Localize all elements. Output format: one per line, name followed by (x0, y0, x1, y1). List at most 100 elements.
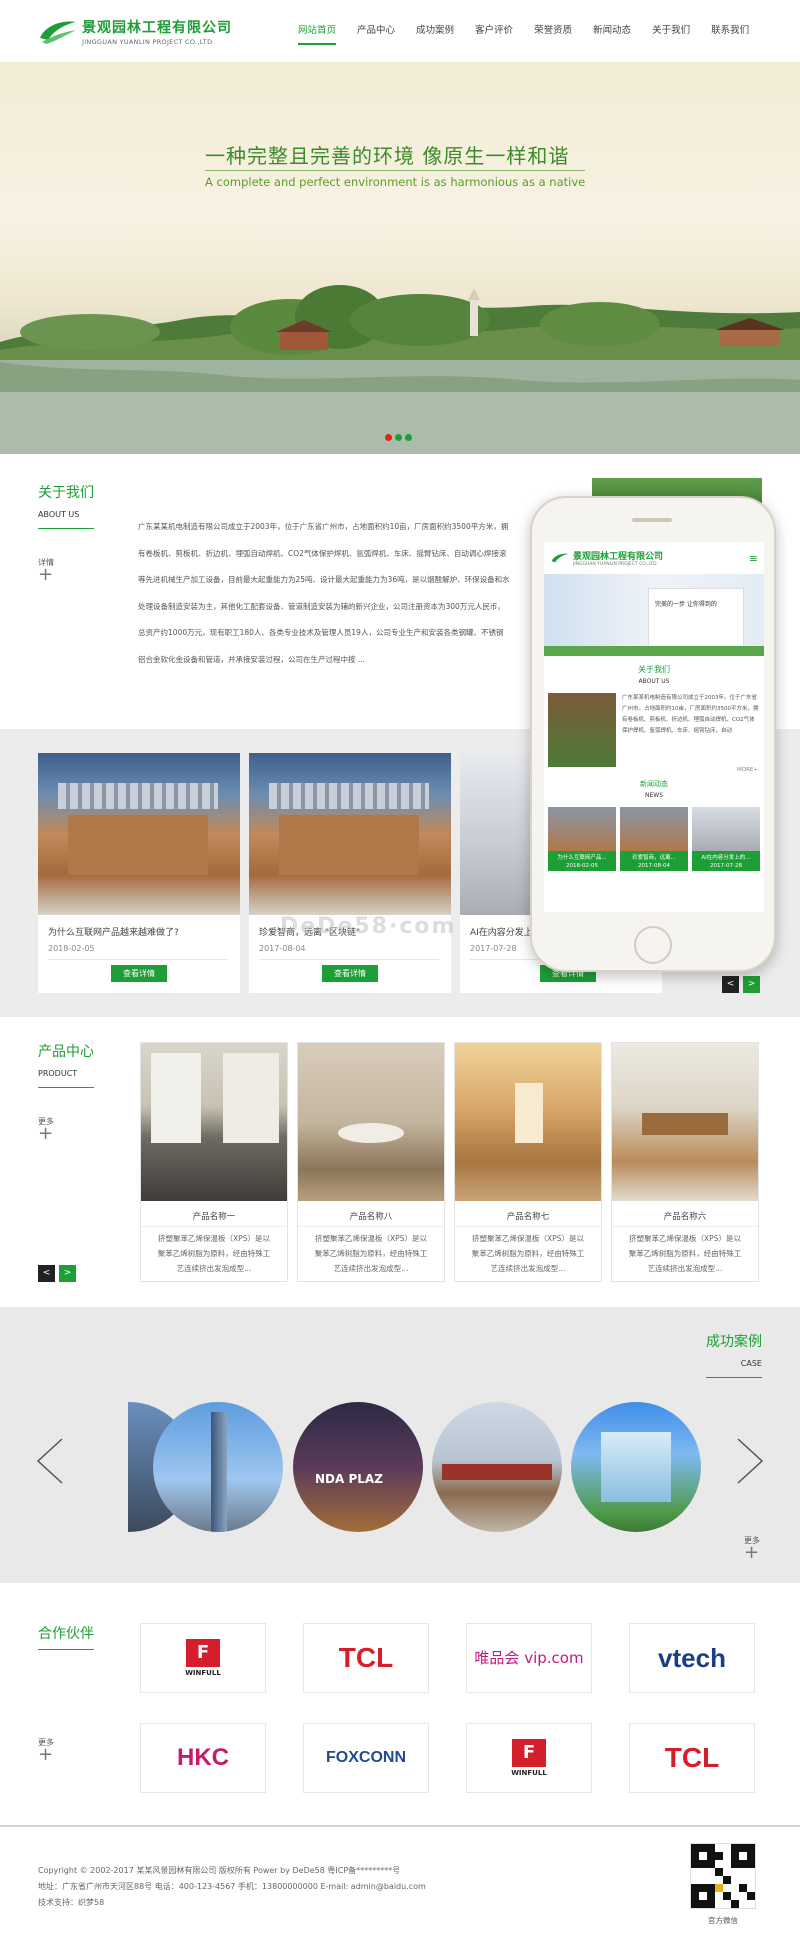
about-line: 有卷板机、剪板机、折边机、埋弧自动焊机、CO2气体保护焊机、氩弧焊机、车床、摇臂… (138, 548, 507, 558)
plus-icon: + (38, 1123, 54, 1144)
phone-news-item[interactable]: AI在内容分发上的... 2017-07-28 (692, 807, 760, 871)
banner-dot-1[interactable] (385, 434, 392, 441)
phone-speaker (632, 518, 672, 522)
products-more-link[interactable]: 更多 + (38, 1116, 94, 1144)
product-name[interactable]: 产品名称七 (455, 1210, 601, 1222)
qr-code-image (690, 1843, 756, 1909)
product-desc-line: 艺连续挤出发泡成型... (647, 1264, 723, 1273)
chevron-left-icon (36, 1438, 63, 1484)
partner-logo-tcl[interactable]: TCL (303, 1623, 429, 1693)
banner-title: 一种完整且完善的环境 像原生一样和谐 (205, 144, 570, 168)
phone-about-text: 广东某某机电制造有限公司成立于2003年。位于广东省广州市。占地面积约10亩，厂… (622, 695, 759, 734)
product-desc: 挤塑聚苯乙烯保温板（XPS）是以 聚苯乙烯树脂为原料，经由特殊工 艺连续挤出发泡… (298, 1226, 444, 1276)
view-details-button[interactable]: 查看详情 (322, 965, 378, 982)
partner-logo-winfull[interactable]: F WINFULL (466, 1723, 592, 1793)
partner-logo-vip[interactable]: 唯品会 vip.com (466, 1623, 592, 1693)
partner-name: HKC (177, 1744, 229, 1771)
nav-reviews[interactable]: 客户评价 (475, 22, 513, 45)
logo-name-en: JINGGUAN YUANLIN PROJECT CO.,LTD (82, 37, 213, 46)
partners-title-underline (38, 1649, 94, 1650)
site-header: 景观园林工程有限公司 JINGGUAN YUANLIN PROJECT CO.,… (0, 0, 800, 62)
menu-icon[interactable]: ≡ (749, 552, 758, 565)
product-desc-line: 艺连续挤出发泡成型... (490, 1264, 566, 1273)
banner-dot-3[interactable] (405, 434, 412, 441)
qr-code-label: 官方微信 (708, 1916, 738, 1925)
phone-news-title-item: 珍爱智商，远离... (620, 851, 688, 863)
product-desc-line: 挤塑聚苯乙烯保温板（XPS）是以 (315, 1234, 427, 1243)
about-title-en: ABOUT US (38, 510, 80, 519)
site-logo[interactable]: 景观园林工程有限公司 JINGGUAN YUANLIN PROJECT CO.,… (38, 16, 232, 46)
cases-next-button[interactable] (736, 1437, 764, 1488)
banner-subtitle: A complete and perfect environment is as… (205, 175, 586, 189)
news-prev-button[interactable]: < (722, 976, 739, 993)
nav-contact[interactable]: 联系我们 (711, 22, 749, 45)
cases-prev-button[interactable] (36, 1437, 64, 1488)
nav-cases[interactable]: 成功案例 (416, 22, 454, 45)
plus-icon: + (744, 1542, 760, 1563)
leaf-logo-icon (551, 553, 569, 563)
partner-logo-foxconn[interactable]: FOXCONN (303, 1723, 429, 1793)
phone-screen: 景观园林工程有限公司 JINGGUAN YUANLIN PROJECT CO.,… (544, 542, 764, 912)
case-image[interactable] (571, 1402, 701, 1532)
news-image (38, 753, 240, 915)
product-desc-line: 挤塑聚苯乙烯保温板（XPS）是以 (472, 1234, 584, 1243)
case-image[interactable] (432, 1402, 562, 1532)
partner-logo-winfull[interactable]: F WINFULL (140, 1623, 266, 1693)
footer-support: 技术支持：织梦58 (38, 1898, 105, 1907)
cases-more-link[interactable]: 更多 + (744, 1535, 760, 1563)
cases-title-underline (706, 1377, 762, 1378)
about-text: 广东某某机电制造有限公司成立于2003年，位于广东省广州市，占地面积约10亩，厂… (138, 514, 538, 673)
nav-honors[interactable]: 荣誉资质 (534, 22, 572, 45)
news-card[interactable]: 珍爱智商，远离 "区块链" 2017-08-04 查看详情 (249, 753, 451, 993)
case-image[interactable]: NDA PLAZ (293, 1402, 423, 1532)
product-card[interactable]: 产品名称八 挤塑聚苯乙烯保温板（XPS）是以 聚苯乙烯树脂为原料，经由特殊工 艺… (297, 1042, 445, 1282)
partner-logo-tcl[interactable]: TCL (629, 1723, 755, 1793)
phone-header: 景观园林工程有限公司 JINGGUAN YUANLIN PROJECT CO.,… (544, 542, 764, 574)
product-name[interactable]: 产品名称六 (612, 1210, 758, 1222)
footer-address: 地址：广东省广州市天河区88号 电话：400-123-4567 手机：13800… (38, 1882, 426, 1891)
product-desc-line: 艺连续挤出发泡成型... (333, 1264, 409, 1273)
chevron-right-icon (737, 1438, 764, 1484)
phone-home-button (634, 926, 672, 964)
nav-home[interactable]: 网站首页 (298, 22, 337, 45)
phone-news-item[interactable]: 为什么互联网产品... 2018-02-05 (548, 807, 616, 871)
partner-name: vtech (658, 1642, 726, 1673)
product-image (141, 1043, 287, 1201)
banner-pagination (385, 434, 412, 441)
partner-logo-vtech[interactable]: vtech (629, 1623, 755, 1693)
product-name[interactable]: 产品名称八 (298, 1210, 444, 1222)
partner-name: TCL (664, 1742, 720, 1773)
news-next-button[interactable]: > (743, 976, 760, 993)
lake-landscape-image (0, 285, 800, 454)
nav-products[interactable]: 产品中心 (357, 22, 395, 45)
nav-news[interactable]: 新闻动态 (593, 22, 631, 45)
partners-more-link[interactable]: 更多 + (38, 1737, 54, 1764)
phone-more-link[interactable]: MORE+ (544, 767, 764, 773)
phone-logo-text: 景观园林工程有限公司 (573, 552, 664, 562)
products-prev-button[interactable]: < (38, 1265, 55, 1282)
products-next-button[interactable]: > (59, 1265, 76, 1282)
about-line: 总资产约1000万元，现有职工180人、各类专业技术及管理人员19人，公司专业生… (138, 628, 504, 637)
case-image[interactable] (153, 1402, 283, 1532)
news-card[interactable]: 为什么互联网产品越来越难做了? 2018-02-05 查看详情 (38, 753, 240, 993)
product-desc-line: 艺连续挤出发泡成型... (176, 1264, 252, 1273)
phone-about-title: 关于我们 (638, 665, 670, 674)
product-card[interactable]: 产品名称七 挤塑聚苯乙烯保温板（XPS）是以 聚苯乙烯树脂为原料，经由特殊工 艺… (454, 1042, 602, 1282)
view-details-button[interactable]: 查看详情 (111, 965, 167, 982)
product-image (455, 1043, 601, 1201)
product-image (612, 1043, 758, 1201)
product-card[interactable]: 产品名称六 挤塑聚苯乙烯保温板（XPS）是以 聚苯乙烯树脂为原料，经由特殊工 艺… (611, 1042, 759, 1282)
about-more-link[interactable]: 详情 + (38, 557, 94, 584)
phone-about-en: ABOUT US (638, 678, 670, 685)
news-title[interactable]: 为什么互联网产品越来越难做了? (48, 925, 240, 938)
about-line: 铝合金软化金设备和管道，并承接安装过程，公司在生产过程中按 ... (138, 654, 366, 664)
products-title-underline (38, 1087, 94, 1088)
phone-news-item[interactable]: 珍爱智商，远离... 2017-08-04 (620, 807, 688, 871)
phone-news-date: 2017-08-04 (620, 863, 688, 871)
phone-news-en: NEWS (644, 792, 664, 799)
banner-dot-2[interactable] (395, 434, 402, 441)
nav-about[interactable]: 关于我们 (652, 22, 690, 45)
product-card[interactable]: 产品名称一 挤塑聚苯乙烯保温板（XPS）是以 聚苯乙烯树脂为原料，经由特殊工 艺… (140, 1042, 288, 1282)
product-name[interactable]: 产品名称一 (141, 1210, 287, 1222)
partner-logo-hkc[interactable]: HKC (140, 1723, 266, 1793)
